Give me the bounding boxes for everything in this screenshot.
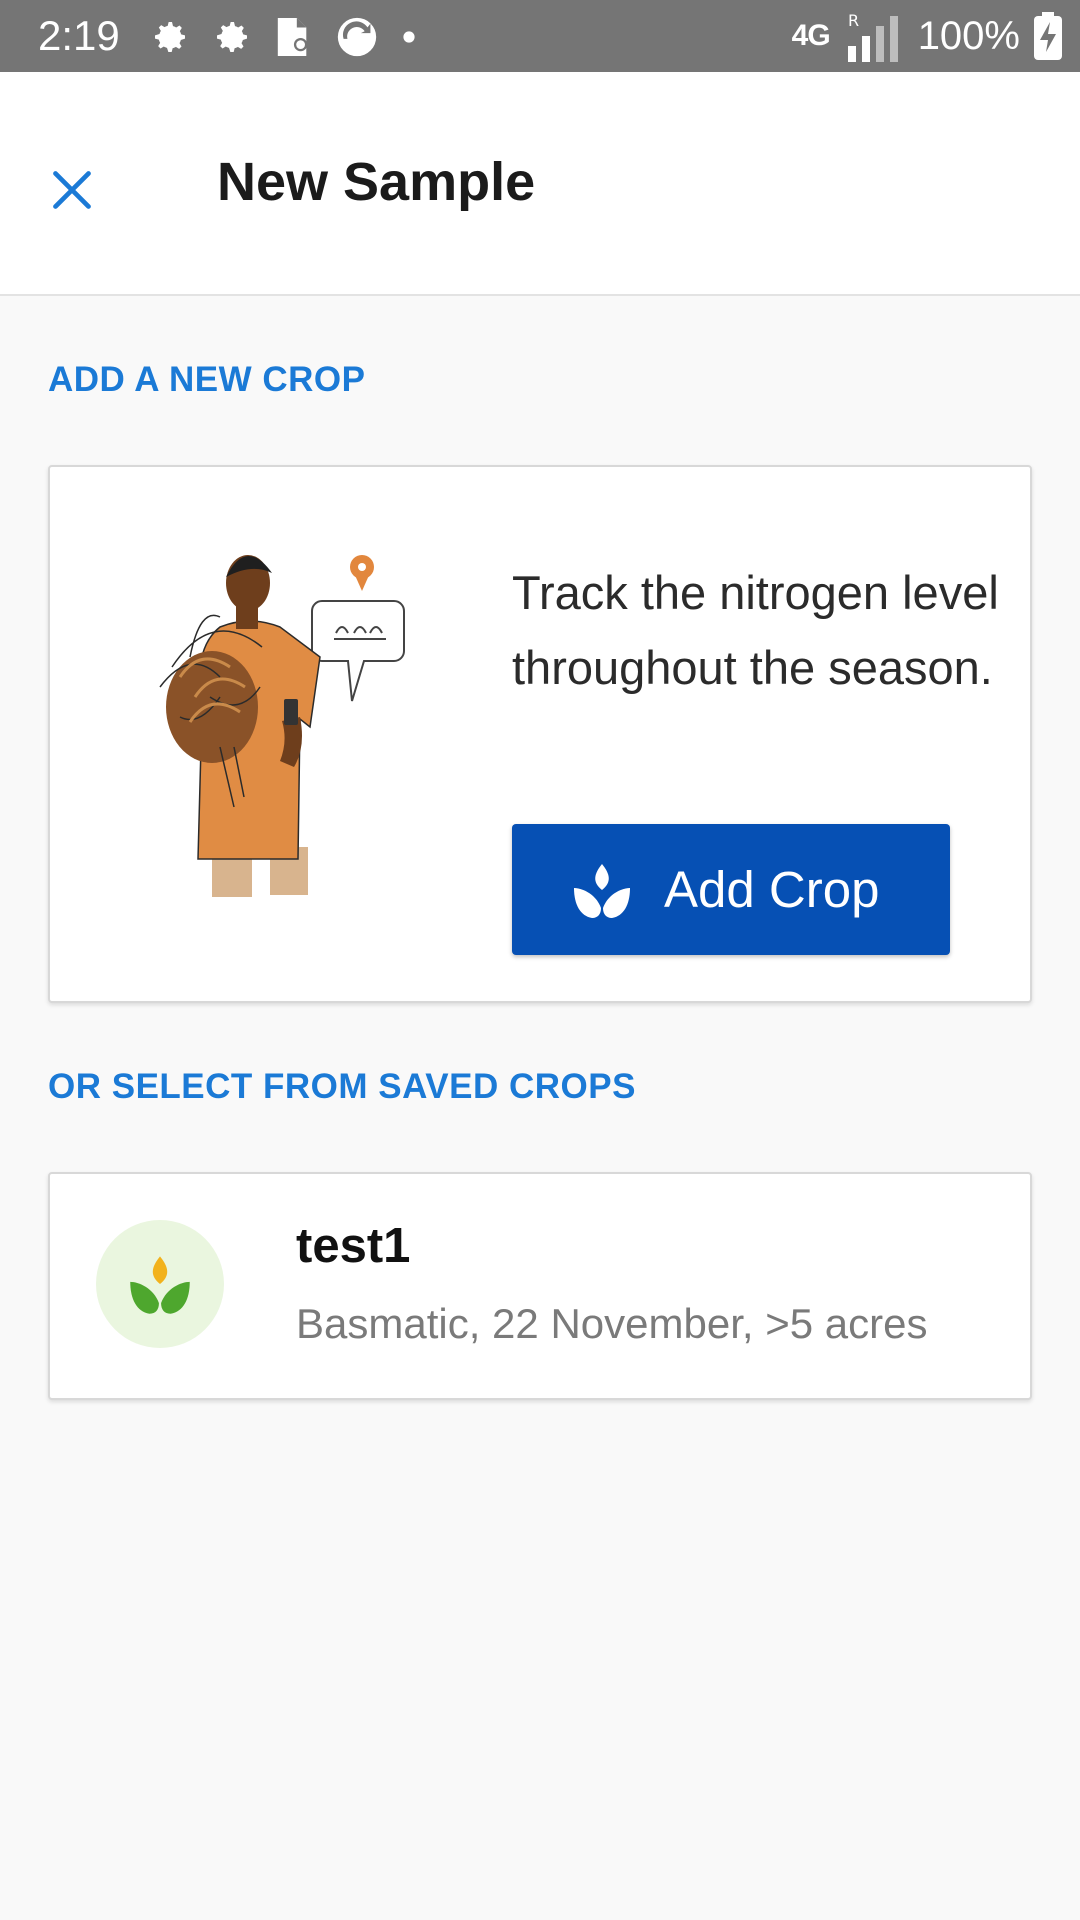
settings-icon [217, 22, 247, 52]
page-title: New Sample [217, 152, 536, 212]
battery-percentage: 100% [917, 14, 1020, 58]
battery-charging-icon [1034, 12, 1062, 60]
crop-avatar [96, 1220, 224, 1348]
saved-crop-item[interactable]: test1 Basmatic, 22 November, >5 acres [48, 1172, 1032, 1400]
farmer-illustration [159, 555, 405, 897]
add-crop-button-label: Add Crop [664, 861, 880, 918]
more-notifications-icon [403, 31, 415, 43]
saved-crops-section-label: OR SELECT FROM SAVED CROPS [48, 1067, 636, 1106]
add-crop-card: Track the nitrogen level throughout the … [48, 465, 1032, 1003]
app-bar: New Sample [0, 72, 1080, 296]
notification-icons [150, 14, 416, 60]
close-icon [53, 171, 91, 209]
crop-name: test1 [296, 1219, 411, 1273]
plant-icon [130, 1256, 190, 1314]
status-bar: 2:19 4G R 100% [0, 0, 1080, 72]
card-description: Track the nitrogen level throughout the … [512, 566, 999, 694]
sync-app-icon [337, 17, 377, 57]
add-crop-button[interactable]: Add Crop [512, 824, 950, 955]
add-crop-section-label: ADD A NEW CROP [48, 360, 366, 399]
crop-details: Basmatic, 22 November, >5 acres [296, 1300, 928, 1347]
sprout-icon [574, 863, 630, 918]
settings-icon [155, 22, 185, 52]
network-type: 4G [791, 19, 831, 52]
system-icons: 4G R 100% [792, 10, 1062, 62]
status-time: 2:19 [38, 12, 120, 59]
roaming-indicator: R [848, 11, 859, 30]
document-badge-icon [277, 18, 308, 56]
close-button[interactable] [36, 154, 108, 226]
signal-icon: R [847, 11, 898, 62]
